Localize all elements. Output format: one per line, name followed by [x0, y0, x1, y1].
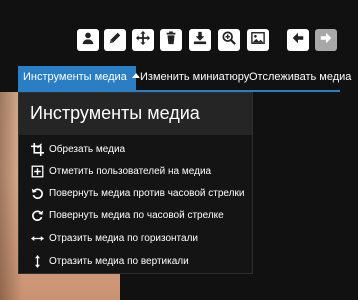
menu-item-flip-horizontal[interactable]: Отразить медиа по горизонтали [31, 229, 198, 247]
menu-item-tag-users[interactable]: Отметить пользователей на медиа [31, 162, 211, 180]
menu-item-label: Обрезать медиа [49, 143, 126, 155]
move-icon [136, 30, 150, 50]
user-icon [81, 31, 95, 50]
menu-item-rotate-ccw[interactable]: Повернуть медиа против часовой стрелки [31, 184, 244, 202]
tab-label: Инструменты медиа [23, 71, 127, 83]
tab-track-media[interactable]: Отслеживать медиа [249, 66, 351, 90]
zoom-in-icon [222, 30, 236, 50]
delete-button[interactable] [160, 29, 182, 51]
user-button[interactable] [77, 29, 99, 51]
crop-icon [31, 142, 44, 156]
download-button[interactable] [189, 29, 211, 51]
pencil-icon [108, 31, 122, 50]
image-icon [251, 31, 265, 50]
menu-item-label: Отразить медиа по горизонтали [49, 232, 198, 244]
tab-media-tools[interactable]: Инструменты медиа [18, 66, 140, 90]
image-button[interactable] [247, 29, 269, 51]
arrow-left-icon [291, 31, 305, 50]
zoom-button[interactable] [218, 29, 240, 51]
media-tools-dropdown: Инструменты медиа Обрезать медиа Отметит… [18, 92, 253, 274]
rotate-ccw-icon [31, 187, 44, 200]
media-toolbar [0, 29, 358, 53]
menu-item-label: Отразить медиа по вертикали [49, 255, 189, 267]
plus-box-icon [31, 165, 44, 178]
menu-item-rotate-cw[interactable]: Повернуть медиа по часовой стрелке [31, 206, 224, 224]
menu-item-flip-vertical[interactable]: Отразить медиа по вертикали [31, 252, 189, 270]
move-button[interactable] [132, 29, 154, 51]
arrow-right-icon [319, 31, 333, 50]
menu-item-label: Повернуть медиа против часовой стрелки [49, 187, 245, 199]
tab-bar: Инструменты медиа Изменить миниатюру Отс… [18, 66, 351, 92]
edit-button[interactable] [104, 29, 126, 51]
download-icon [193, 31, 207, 50]
menu-item-label: Повернуть медиа по часовой стрелке [49, 209, 224, 221]
flip-vertical-icon [31, 254, 44, 268]
tab-edit-thumbnail[interactable]: Изменить миниатюру [140, 66, 249, 90]
tab-label: Изменить миниатюру [140, 71, 250, 83]
tab-label: Отслеживать медиа [249, 71, 352, 83]
trash-icon [164, 30, 178, 50]
caret-up-icon [131, 73, 140, 78]
rotate-cw-icon [31, 209, 44, 222]
flip-horizontal-icon [31, 232, 44, 245]
previous-button[interactable] [287, 29, 309, 51]
menu-item-label: Отметить пользователей на медиа [49, 165, 212, 177]
menu-item-crop[interactable]: Обрезать медиа [31, 140, 125, 158]
dropdown-title: Инструменты медиа [19, 93, 252, 135]
next-button[interactable] [315, 29, 337, 51]
